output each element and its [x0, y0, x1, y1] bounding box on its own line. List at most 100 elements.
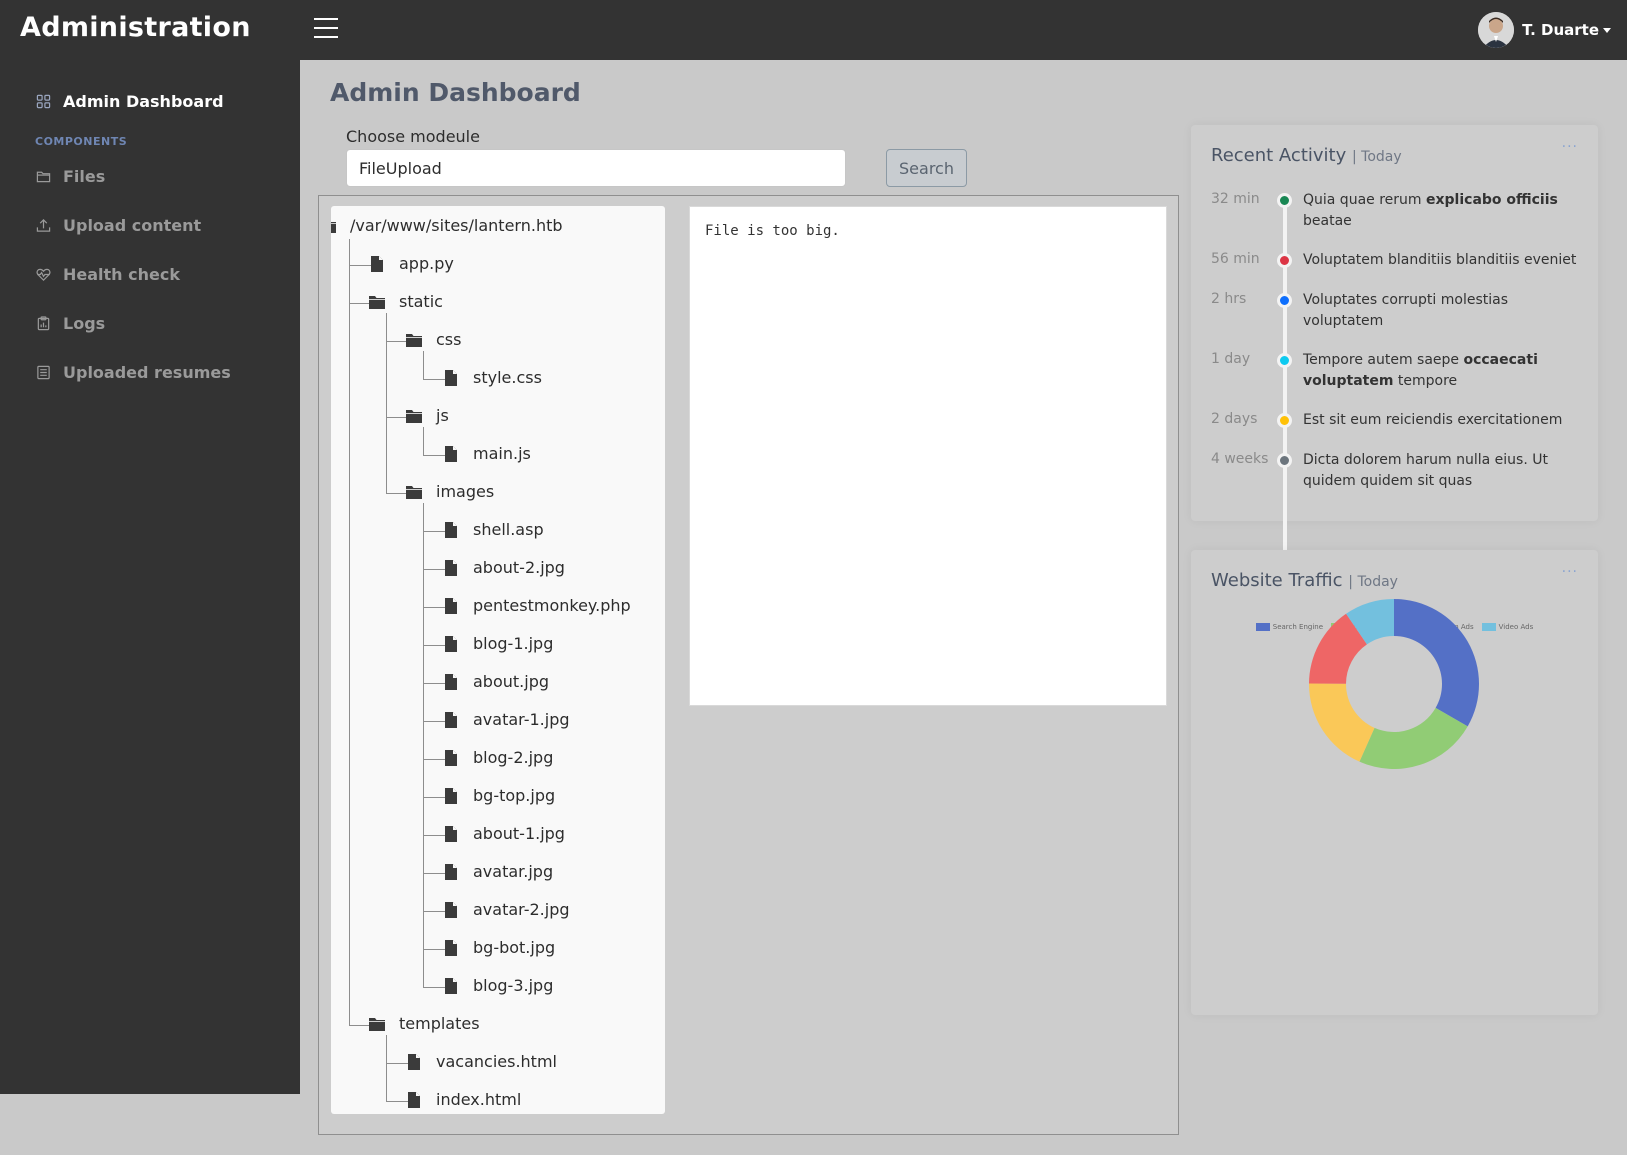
menu-toggle-icon[interactable]	[314, 18, 338, 40]
tree-item-label: shell.asp	[473, 520, 544, 539]
folder-icon	[331, 218, 336, 234]
tree-file[interactable]: about.jpg	[443, 672, 549, 691]
tree-file[interactable]: shell.asp	[443, 520, 544, 539]
tree-item-label: static	[399, 292, 443, 311]
file-icon	[443, 369, 459, 386]
tree-branch-line	[423, 911, 445, 912]
tree-file[interactable]: avatar-2.jpg	[443, 900, 570, 919]
tree-file[interactable]: avatar-1.jpg	[443, 710, 570, 729]
activity-text-part: Tempore autem saepe	[1303, 352, 1464, 368]
recent-activity-filter: | Today	[1351, 149, 1402, 165]
tree-file[interactable]: about-2.jpg	[443, 558, 565, 577]
sidebar-item-uploaded-resumes[interactable]: Uploaded resumes	[36, 363, 231, 382]
tree-item-label: blog-1.jpg	[473, 634, 554, 653]
tree-file[interactable]: style.css	[443, 368, 542, 387]
page-title: Admin Dashboard	[330, 78, 581, 107]
chevron-down-icon	[1603, 27, 1611, 33]
tree-branch-line	[423, 835, 445, 836]
activity-text: Voluptatem blanditiis blanditiis eveniet	[1303, 250, 1583, 271]
activity-text-part: beatae	[1303, 213, 1352, 229]
activity-text: Quia quae rerum explicabo officiis beata…	[1303, 190, 1583, 232]
file-icon	[443, 711, 459, 728]
tree-item-label: bg-bot.jpg	[473, 938, 556, 957]
tree-item-label: images	[436, 482, 495, 501]
module-input[interactable]	[346, 149, 846, 187]
activity-text-part: Est sit eum reiciendis exercitationem	[1303, 412, 1563, 428]
sidebar-item-label: Health check	[63, 265, 180, 284]
sidebar-item-label: Logs	[63, 314, 106, 333]
activity-time: 2 days	[1211, 411, 1258, 427]
tree-file[interactable]: vacancies.html	[406, 1052, 557, 1071]
recent-activity-title: Recent Activity	[1211, 145, 1347, 166]
file-tree[interactable]: /var/www/sites/lantern.htb app.py static cs…	[331, 206, 665, 1114]
tree-folder[interactable]: static	[369, 292, 443, 311]
tree-guide-line	[386, 1035, 387, 1101]
tree-folder[interactable]: js	[406, 406, 449, 425]
search-button[interactable]: Search	[886, 149, 967, 187]
tree-branch-line	[386, 1063, 408, 1064]
brand-logo[interactable]: Administration	[20, 12, 251, 43]
heart-pulse-icon	[36, 268, 51, 281]
file-icon	[443, 521, 459, 538]
tree-guide-line	[423, 351, 424, 379]
donut-slice-email[interactable]	[1309, 683, 1375, 762]
tree-item-label: /var/www/sites/lantern.htb	[350, 216, 563, 235]
sidebar-section-heading: COMPONENTS	[35, 135, 128, 148]
tree-folder[interactable]: images	[406, 482, 494, 501]
activity-time: 56 min	[1211, 251, 1260, 267]
sidebar-item-files[interactable]: Files	[36, 167, 105, 186]
tree-file[interactable]: blog-3.jpg	[443, 976, 553, 995]
tree-branch-line	[349, 265, 371, 266]
file-icon	[443, 863, 459, 880]
avatar	[1478, 12, 1515, 48]
tree-file[interactable]: app.py	[369, 254, 454, 273]
tree-branch-line	[423, 949, 445, 950]
tree-branch-line	[349, 1025, 371, 1026]
tree-file[interactable]: index.html	[406, 1090, 521, 1109]
tree-file[interactable]: blog-2.jpg	[443, 748, 553, 767]
clipboard-icon	[37, 316, 50, 331]
tree-branch-line	[386, 417, 408, 418]
top-navbar: Administration T. Duarte	[0, 0, 1627, 60]
file-icon	[443, 939, 459, 956]
tree-branch-line	[423, 683, 445, 684]
sidebar-item-label: Files	[63, 167, 106, 186]
folder-icon	[36, 171, 51, 183]
tree-file[interactable]: pentestmonkey.php	[443, 596, 631, 615]
tree-folder[interactable]: templates	[369, 1014, 480, 1033]
file-icon	[443, 901, 459, 918]
sidebar-item-logs[interactable]: Logs	[36, 314, 105, 333]
tree-file[interactable]: avatar.jpg	[443, 862, 553, 881]
timeline-dot	[1277, 413, 1292, 428]
tree-item-label: about.jpg	[473, 672, 550, 691]
tree-branch-line	[423, 455, 445, 456]
user-menu[interactable]: T. Duarte	[1478, 12, 1611, 48]
activity-time: 1 day	[1211, 351, 1251, 367]
timeline-dot	[1277, 353, 1292, 368]
sidebar-item-health-check[interactable]: Health check	[36, 265, 180, 284]
file-icon	[443, 597, 459, 614]
tree-branch-line	[423, 797, 445, 798]
tree-file[interactable]: blog-1.jpg	[443, 634, 553, 653]
tree-file[interactable]: bg-top.jpg	[443, 786, 555, 805]
donut-slice-direct[interactable]	[1359, 707, 1468, 769]
tree-branch-line	[423, 987, 445, 988]
tree-file[interactable]: bg-bot.jpg	[443, 938, 555, 957]
tree-item-label: about-1.jpg	[473, 824, 565, 843]
timeline-dot	[1277, 453, 1292, 468]
sidebar-item-upload-content[interactable]: Upload content	[36, 216, 201, 235]
activity-text-part: tempore	[1393, 373, 1458, 389]
donut-slice-search-engine[interactable]	[1394, 599, 1479, 727]
tree-folder[interactable]: css	[406, 330, 461, 349]
more-options-icon[interactable]: ···	[1562, 139, 1578, 155]
output-text: File is too big.	[705, 223, 840, 239]
module-label: Choose modeule	[346, 127, 480, 146]
tree-file[interactable]: about-1.jpg	[443, 824, 565, 843]
upload-icon	[36, 219, 51, 232]
sidebar-item-admin-dashboard[interactable]: Admin Dashboard	[36, 92, 224, 111]
tree-folder[interactable]: /var/www/sites/lantern.htb	[331, 216, 563, 235]
tree-item-label: index.html	[436, 1090, 522, 1109]
folder-icon	[369, 1016, 385, 1032]
activity-text-part: Dicta dolorem harum nulla eius. Ut quide…	[1303, 452, 1548, 489]
tree-file[interactable]: main.js	[443, 444, 531, 463]
